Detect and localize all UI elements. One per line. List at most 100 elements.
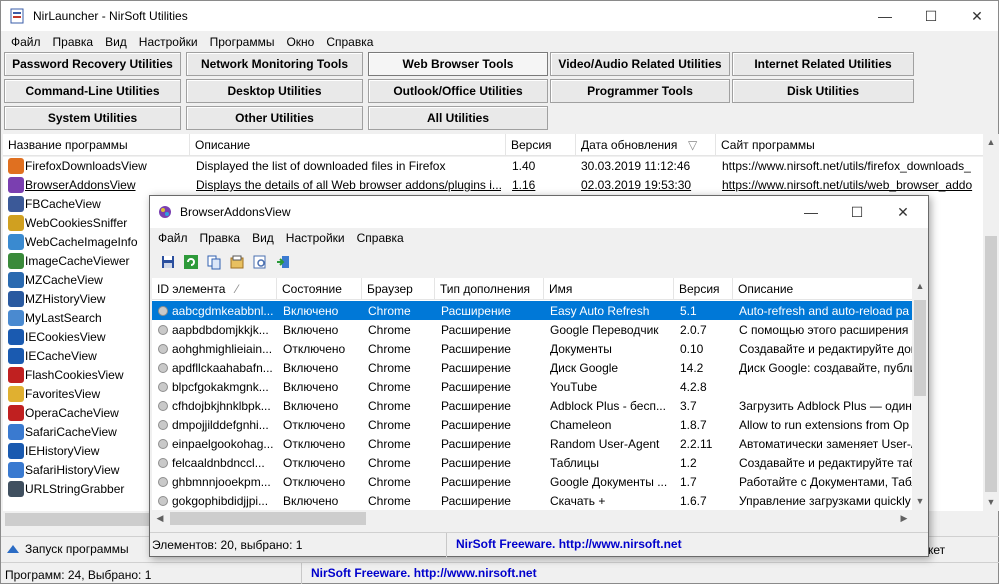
- col-description[interactable]: Описание: [733, 278, 912, 300]
- program-row[interactable]: FirefoxDownloadsView Displayed the list o…: [3, 157, 983, 176]
- addon-name: Easy Auto Refresh: [550, 304, 650, 318]
- main-window-title: NirLauncher - NirSoft Utilities: [33, 9, 188, 23]
- col-website[interactable]: Сайт программы: [716, 134, 983, 156]
- program-description: Displays the details of all Web browser …: [196, 178, 501, 192]
- addon-id: aohghmighlieiain...: [172, 342, 273, 356]
- category-all[interactable]: All Utilities: [368, 106, 548, 130]
- scroll-right-arrow-icon[interactable]: ▶: [896, 510, 912, 527]
- close-button[interactable]: ✕: [954, 1, 999, 31]
- child-minimize-button[interactable]: —: [788, 196, 834, 228]
- program-date: 02.03.2019 19:53:30: [581, 178, 692, 192]
- category-disk[interactable]: Disk Utilities: [732, 79, 914, 103]
- menu-window[interactable]: Окно: [280, 32, 320, 52]
- category-password-recovery[interactable]: Password Recovery Utilities: [4, 52, 181, 76]
- addon-name: Random User-Agent: [550, 437, 660, 451]
- addon-state-icon: [158, 420, 168, 430]
- horizontal-scroll-thumb[interactable]: [5, 513, 165, 526]
- nirsoft-link[interactable]: NirSoft Freeware. http://www.nirsoft.net: [311, 566, 537, 580]
- scroll-up-arrow-icon[interactable]: ▲: [983, 134, 999, 151]
- col-description[interactable]: Описание: [190, 134, 506, 156]
- category-system[interactable]: System Utilities: [4, 106, 181, 130]
- addon-row[interactable]: blpcfgokakmgnk... Включено Chrome Расширени…: [152, 377, 912, 396]
- vertical-scroll-thumb[interactable]: [985, 236, 997, 492]
- menu-settings[interactable]: Настройки: [133, 32, 204, 52]
- col-state[interactable]: Состояние: [277, 278, 362, 300]
- child-menu-edit[interactable]: Правка: [194, 229, 247, 249]
- properties-icon[interactable]: [227, 252, 247, 272]
- addons-horizontal-scrollbar[interactable]: ◀ ▶: [152, 510, 912, 527]
- addon-row[interactable]: einpaelgookohag... Отключено Chrome Расшире…: [152, 434, 912, 453]
- category-web-browser[interactable]: Web Browser Tools: [368, 52, 548, 76]
- find-icon[interactable]: [250, 252, 270, 272]
- child-scroll-down-arrow-icon[interactable]: ▼: [912, 493, 928, 510]
- addon-row[interactable]: gokgophibdidjjpi... Включено Chrome Расшире…: [152, 491, 912, 510]
- child-nirsoft-link[interactable]: NirSoft Freeware. http://www.nirsoft.net: [456, 537, 682, 551]
- program-icon: [8, 272, 24, 288]
- menu-programs[interactable]: Программы: [204, 32, 281, 52]
- child-menu-settings[interactable]: Настройки: [280, 229, 351, 249]
- addons-vertical-scrollbar[interactable]: ▲ ▼: [912, 278, 928, 510]
- col-program-name[interactable]: Название программы: [3, 134, 190, 156]
- menu-view[interactable]: Вид: [99, 32, 133, 52]
- refresh-icon[interactable]: [181, 252, 201, 272]
- col-version[interactable]: Версия: [674, 278, 733, 300]
- child-menu-help[interactable]: Справка: [351, 229, 410, 249]
- menu-help[interactable]: Справка: [320, 32, 379, 52]
- category-internet[interactable]: Internet Related Utilities: [732, 52, 914, 76]
- addon-row[interactable]: aabcgdmkeabbnl... Включено Chrome Расширени…: [152, 301, 912, 320]
- maximize-button[interactable]: ☐: [908, 1, 954, 31]
- program-icon: [8, 424, 24, 440]
- addon-row[interactable]: cfhdojbkjhnklbpk... Включено Chrome Расшире…: [152, 396, 912, 415]
- child-close-button[interactable]: ✕: [880, 196, 926, 228]
- addon-row[interactable]: ghbmnnjooekpm... Отключено Chrome Расширени…: [152, 472, 912, 491]
- addon-row[interactable]: aohghmighlieiain... Отключено Chrome Расшир…: [152, 339, 912, 358]
- category-other[interactable]: Other Utilities: [186, 106, 363, 130]
- program-icon: [8, 405, 24, 421]
- minimize-button[interactable]: —: [862, 1, 908, 31]
- addon-version: 2.0.7: [680, 323, 707, 337]
- addon-row[interactable]: apdfllckaahabafn... Включено Chrome Расшире…: [152, 358, 912, 377]
- child-vertical-scroll-thumb[interactable]: [914, 300, 926, 396]
- menu-file[interactable]: Файл: [5, 32, 47, 52]
- scroll-down-arrow-icon[interactable]: ▼: [983, 494, 999, 511]
- child-menu-bar: Файл Правка Вид Настройки Справка: [150, 229, 410, 249]
- addon-state: Включено: [283, 399, 339, 413]
- child-horizontal-scroll-thumb[interactable]: [170, 512, 366, 525]
- category-programmer[interactable]: Programmer Tools: [550, 79, 730, 103]
- child-title-bar[interactable]: BrowserAddonsView — ☐ ✕: [150, 196, 928, 228]
- addon-row[interactable]: dmpojjilddefgnhi... Отключено Chrome Расшир…: [152, 415, 912, 434]
- addon-row[interactable]: aapbdbdomjkkjk... Включено Chrome Расширени…: [152, 320, 912, 339]
- program-icon: [8, 443, 24, 459]
- category-outlook-office[interactable]: Outlook/Office Utilities: [368, 79, 548, 103]
- col-element-id[interactable]: ID элемента ⁄: [152, 278, 277, 300]
- addon-type: Расширение: [441, 304, 511, 318]
- child-menu-file[interactable]: Файл: [152, 229, 194, 249]
- col-addon-type[interactable]: Тип дополнения: [435, 278, 544, 300]
- save-icon[interactable]: [158, 252, 178, 272]
- category-desktop[interactable]: Desktop Utilities: [186, 79, 363, 103]
- addon-version: 14.2: [680, 361, 704, 375]
- addons-grid[interactable]: ID элемента ⁄ Состояние Браузер Тип допо…: [152, 278, 912, 510]
- main-title-bar[interactable]: NirLauncher - NirSoft Utilities — ☐ ✕: [1, 1, 998, 31]
- category-video-audio[interactable]: Video/Audio Related Utilities: [550, 52, 730, 76]
- run-program-status[interactable]: Запуск программы: [5, 541, 129, 557]
- copy-icon[interactable]: [204, 252, 224, 272]
- addon-type: Расширение: [441, 475, 511, 489]
- child-menu-view[interactable]: Вид: [246, 229, 280, 249]
- col-name[interactable]: Имя: [544, 278, 674, 300]
- category-network-monitoring[interactable]: Network Monitoring Tools: [186, 52, 363, 76]
- menu-edit[interactable]: Правка: [47, 32, 100, 52]
- addon-id: einpaelgookohag...: [172, 437, 274, 451]
- addon-version: 1.6.7: [680, 494, 707, 508]
- scroll-left-arrow-icon[interactable]: ◀: [152, 510, 168, 527]
- col-update-date[interactable]: Дата обновления ▽: [576, 134, 716, 156]
- addon-row[interactable]: felcaaldnbdnccl... Отключено Chrome Расшире…: [152, 453, 912, 472]
- child-maximize-button[interactable]: ☐: [834, 196, 880, 228]
- exit-icon[interactable]: [273, 252, 293, 272]
- program-row[interactable]: BrowserAddonsView Displays the details of…: [3, 176, 983, 195]
- col-version[interactable]: Версия: [506, 134, 576, 156]
- col-browser[interactable]: Браузер: [362, 278, 435, 300]
- child-scroll-up-arrow-icon[interactable]: ▲: [912, 278, 928, 295]
- category-command-line[interactable]: Command-Line Utilities: [4, 79, 181, 103]
- programs-list-vertical-scrollbar[interactable]: ▲ ▼: [983, 134, 999, 511]
